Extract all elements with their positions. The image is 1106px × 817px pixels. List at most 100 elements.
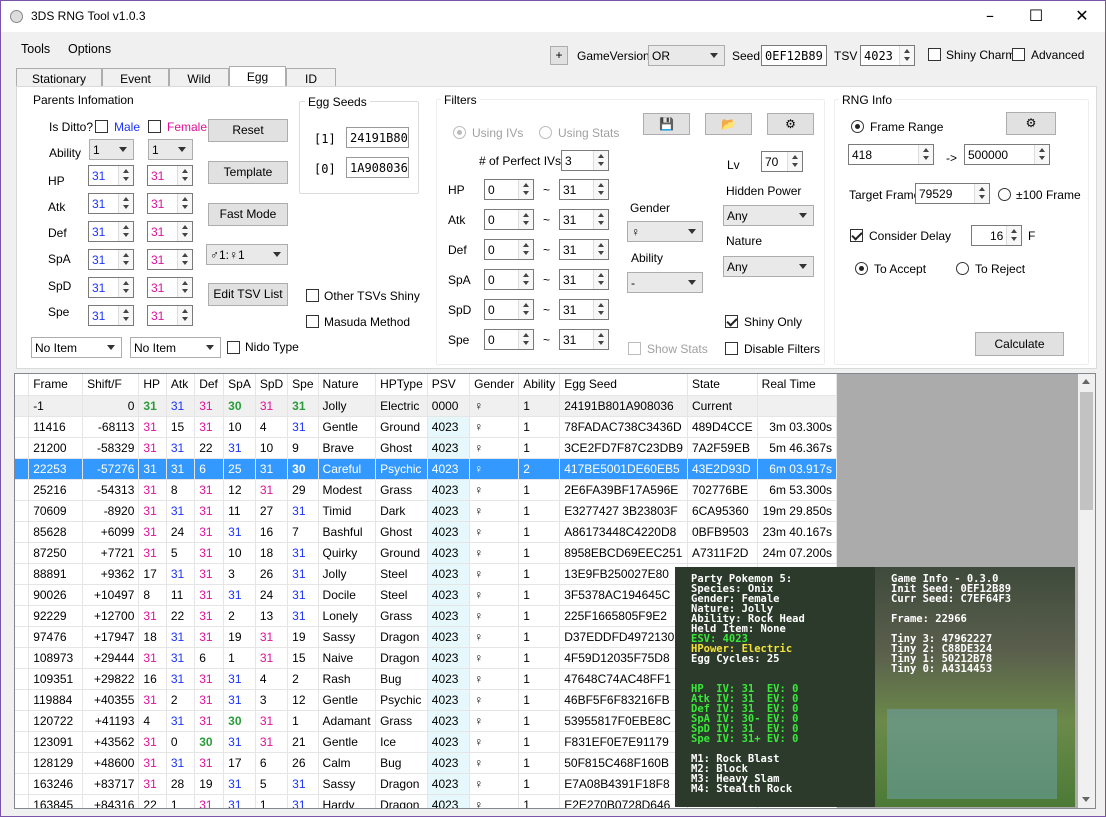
spd-min-input[interactable]: 0 bbox=[484, 299, 534, 320]
male-spe-iv[interactable]: 31 bbox=[88, 305, 134, 326]
disable-filters-checkbox[interactable] bbox=[725, 342, 738, 355]
column-header[interactable]: Nature bbox=[318, 374, 377, 396]
egg-seed-0-input[interactable]: 1A908036 bbox=[346, 157, 409, 178]
row-header[interactable] bbox=[15, 626, 30, 648]
row-header[interactable] bbox=[15, 752, 30, 774]
tab-wild-rng[interactable]: Wild RNG bbox=[169, 68, 229, 100]
column-header[interactable]: Def bbox=[194, 374, 225, 396]
hp-max-input[interactable]: 31 bbox=[559, 179, 609, 200]
column-header[interactable]: State bbox=[687, 374, 758, 396]
ability-filter-select[interactable]: - bbox=[627, 272, 703, 293]
table-row[interactable]: 70609 -8920 31 31 31 11 27 31 Timid Dark 4023 ♀ 1 E32… bbox=[15, 500, 838, 522]
frame-from-input[interactable]: 418 bbox=[848, 144, 934, 165]
row-header[interactable] bbox=[15, 731, 30, 753]
column-header[interactable]: PSV bbox=[427, 374, 471, 396]
male-ditto-checkbox[interactable] bbox=[95, 120, 108, 133]
column-header[interactable]: SpD bbox=[255, 374, 289, 396]
menu-options[interactable]: Options bbox=[68, 42, 111, 56]
template-button[interactable]: Template bbox=[208, 161, 288, 184]
atk-max-input[interactable]: 31 bbox=[559, 209, 609, 230]
add-game-button[interactable]: + bbox=[550, 46, 568, 65]
row-header[interactable] bbox=[15, 710, 30, 732]
female-ditto-checkbox[interactable] bbox=[148, 120, 161, 133]
spd-max-input[interactable]: 31 bbox=[559, 299, 609, 320]
column-header[interactable]: Ability bbox=[518, 374, 561, 396]
male-hp-iv[interactable]: 31 bbox=[88, 165, 134, 186]
masuda-checkbox[interactable] bbox=[306, 315, 319, 328]
open-filters-button[interactable]: 📂 bbox=[705, 113, 752, 135]
using-ivs-radio[interactable] bbox=[453, 126, 466, 139]
game-version-select[interactable]: OR bbox=[648, 45, 725, 66]
table-row[interactable]: 22253 -57276 31 31 6 25 31 30 Careful Psychic 4023… bbox=[15, 458, 838, 480]
spe-max-input[interactable]: 31 bbox=[559, 329, 609, 350]
column-header[interactable]: Spe bbox=[287, 374, 319, 396]
nido-type-checkbox[interactable] bbox=[227, 341, 240, 354]
row-header[interactable] bbox=[15, 479, 30, 501]
edit-tsv-list-button[interactable]: Edit TSV List bbox=[208, 283, 288, 306]
column-header[interactable]: Gender bbox=[469, 374, 520, 396]
seed-input[interactable]: 0EF12B89 bbox=[761, 45, 827, 66]
row-header[interactable] bbox=[15, 395, 30, 417]
def-min-input[interactable]: 0 bbox=[484, 239, 534, 260]
tab-id-rng[interactable]: ID RNG bbox=[286, 68, 336, 100]
rng-settings-button[interactable]: ⚙ bbox=[1006, 112, 1056, 135]
atk-min-input[interactable]: 0 bbox=[484, 209, 534, 230]
row-header[interactable] bbox=[15, 584, 30, 606]
table-row[interactable]: 25216 -54313 31 8 31 12 31 29 Modest Grass 4023 ♀ 1 2… bbox=[15, 479, 838, 501]
to-accept-radio[interactable] bbox=[855, 262, 868, 275]
column-header[interactable]: Real Time bbox=[757, 374, 838, 396]
tab-stationary-rng[interactable]: Stationary RNG bbox=[16, 68, 102, 100]
table-row[interactable]: 85628 +6099 31 24 31 31 16 7 Bashful Ghost 4023 ♀ 1 A… bbox=[15, 521, 838, 543]
row-header[interactable] bbox=[15, 542, 30, 564]
close-button[interactable]: ✕ bbox=[1059, 1, 1105, 32]
scroll-up-icon[interactable] bbox=[1082, 379, 1090, 384]
menu-tools[interactable]: Tools bbox=[21, 42, 50, 56]
row-header[interactable] bbox=[15, 416, 30, 438]
female-hp-iv[interactable]: 31 bbox=[147, 165, 193, 186]
column-header[interactable]: Atk bbox=[166, 374, 196, 396]
show-stats-checkbox[interactable] bbox=[628, 342, 641, 355]
male-def-iv[interactable]: 31 bbox=[88, 221, 134, 242]
nature-select[interactable]: Any bbox=[723, 256, 814, 277]
filter-settings-button[interactable]: ⚙ bbox=[767, 113, 814, 135]
shiny-only-checkbox[interactable] bbox=[725, 315, 738, 328]
shiny-charm-checkbox[interactable] bbox=[928, 48, 941, 61]
frame-range-radio[interactable] bbox=[851, 120, 864, 133]
advanced-checkbox[interactable] bbox=[1012, 48, 1025, 61]
column-header[interactable]: HPType bbox=[375, 374, 428, 396]
female-item-select[interactable]: No Item bbox=[130, 337, 221, 358]
column-header[interactable]: Shift/F bbox=[82, 374, 140, 396]
female-atk-iv[interactable]: 31 bbox=[147, 193, 193, 214]
scroll-down-icon[interactable] bbox=[1082, 797, 1090, 802]
tsv-input[interactable]: 4023 bbox=[860, 45, 915, 66]
def-max-input[interactable]: 31 bbox=[559, 239, 609, 260]
delay-input[interactable]: 16 bbox=[971, 225, 1022, 246]
male-spd-iv[interactable]: 31 bbox=[88, 277, 134, 298]
spa-max-input[interactable]: 31 bbox=[559, 269, 609, 290]
row-header[interactable] bbox=[15, 458, 30, 480]
calculate-button[interactable]: Calculate bbox=[975, 332, 1064, 356]
table-row[interactable]: -1 0 31 31 31 30 31 31 Jolly Electric 0000 ♀ 1 24191B… bbox=[15, 395, 838, 417]
female-spa-iv[interactable]: 31 bbox=[147, 249, 193, 270]
female-spe-iv[interactable]: 31 bbox=[147, 305, 193, 326]
row-header[interactable] bbox=[15, 668, 30, 690]
row-header[interactable] bbox=[15, 794, 30, 808]
column-header[interactable]: HP bbox=[138, 374, 167, 396]
fast-mode-button[interactable]: Fast Mode bbox=[208, 203, 288, 226]
row-header[interactable] bbox=[15, 647, 30, 669]
gender-filter-select[interactable]: ♀ bbox=[627, 221, 703, 242]
female-def-iv[interactable]: 31 bbox=[147, 221, 193, 242]
reset-button[interactable]: Reset bbox=[208, 119, 288, 142]
to-reject-radio[interactable] bbox=[956, 262, 969, 275]
male-item-select[interactable]: No Item bbox=[31, 337, 122, 358]
level-input[interactable]: 70 bbox=[761, 151, 803, 172]
frame-to-input[interactable]: 500000 bbox=[964, 144, 1050, 165]
tab-event-rng[interactable]: Event RNG bbox=[102, 68, 169, 100]
female-ability-select[interactable]: 1 bbox=[148, 139, 193, 160]
column-header[interactable]: Frame bbox=[28, 374, 84, 396]
perfect-ivs-input[interactable]: 3 bbox=[561, 150, 609, 171]
save-filters-button[interactable]: 💾 bbox=[643, 113, 690, 135]
female-spd-iv[interactable]: 31 bbox=[147, 277, 193, 298]
column-header[interactable]: SpA bbox=[223, 374, 256, 396]
egg-seed-1-input[interactable]: 24191B80 bbox=[346, 127, 409, 148]
